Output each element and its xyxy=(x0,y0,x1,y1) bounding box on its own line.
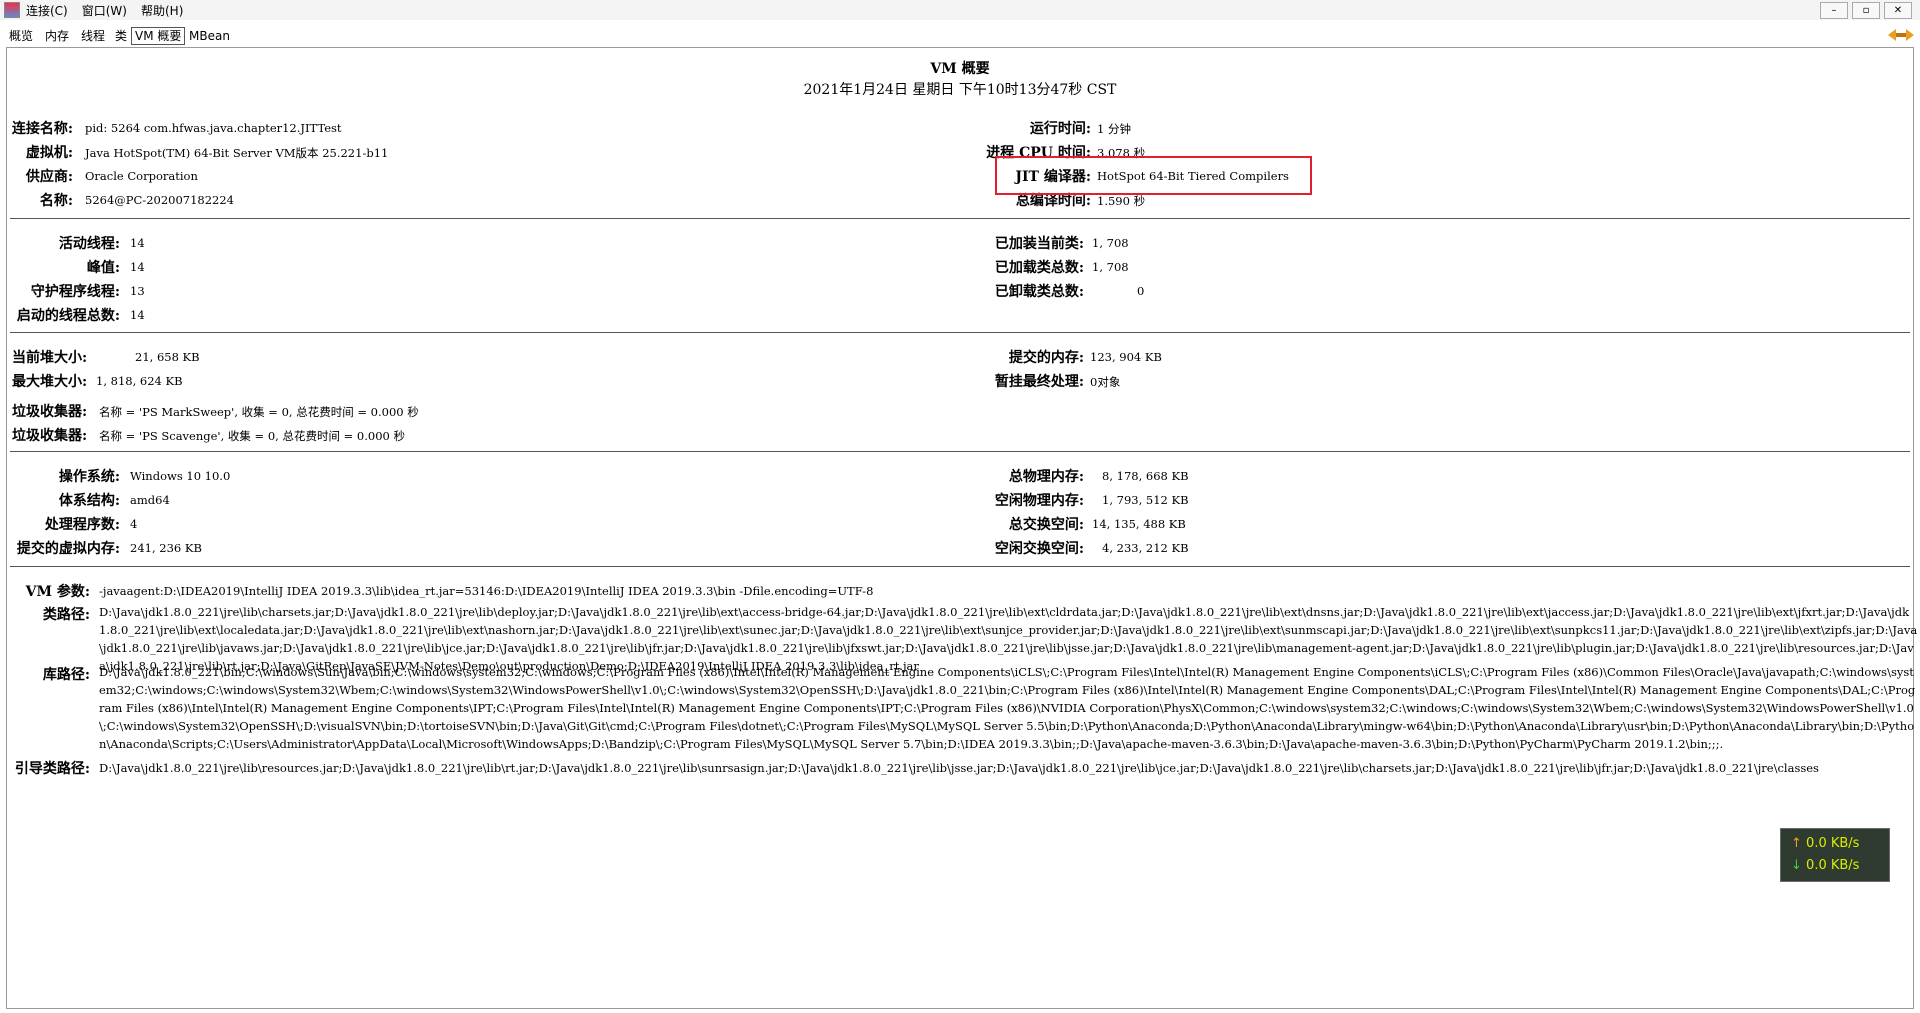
connection-name-value: pid: 5264 com.hfwas.java.chapter12.JITTe… xyxy=(85,121,342,135)
app-icon xyxy=(4,2,20,18)
gc-value: 名称 = 'PS Scavenge', 收集 = 0, 总花费时间 = 0.00… xyxy=(99,429,406,443)
duke-icon xyxy=(1888,29,1914,41)
vm-label: 虚拟机: xyxy=(25,145,73,161)
close-button[interactable]: ✕ xyxy=(1884,2,1912,19)
library-path-value: D:\Java\jdk1.8.0_221\bin;C:\windows\Sun\… xyxy=(99,665,1916,751)
processors-value: 4 xyxy=(130,517,138,531)
swap-space-value: 14, 135, 488 KB xyxy=(1092,517,1186,531)
daemon-threads-label: 守护程序线程: xyxy=(30,284,120,300)
tab-classes[interactable]: 类 xyxy=(112,28,130,44)
uptime-value: 1 分钟 xyxy=(1097,122,1131,136)
vm-args-value: -javaagent:D:\IDEA2019\IntelliJ IDEA 201… xyxy=(99,584,874,598)
boot-classpath-value: D:\Java\jdk1.8.0_221\jre\lib\resources.j… xyxy=(99,761,1819,775)
name-label: 名称: xyxy=(39,193,73,209)
live-threads-value: 14 xyxy=(130,236,145,250)
arch-label: 体系结构: xyxy=(58,493,120,509)
jit-highlight-box xyxy=(995,156,1312,195)
swap-space-label: 总交换空间: xyxy=(1008,517,1084,533)
tab-bar: 概览 内存 线程 类 VM 概要 MBean xyxy=(0,25,1920,47)
physical-memory-label: 总物理内存: xyxy=(1008,469,1084,485)
page-timestamp: 2021年1月24日 星期日 下午10时13分47秒 CST xyxy=(803,82,1117,98)
total-classes-value: 1, 708 xyxy=(1092,260,1129,274)
vendor-label: 供应商: xyxy=(25,169,73,185)
started-threads-label: 启动的线程总数: xyxy=(16,308,120,324)
arch-value: amd64 xyxy=(130,493,170,507)
free-physical-memory-value: 1, 793, 512 KB xyxy=(1102,493,1189,507)
gc-label: 垃圾收集器: xyxy=(12,404,88,420)
summary-panel xyxy=(6,47,1914,1009)
tab-threads[interactable]: 线程 xyxy=(78,28,108,44)
unloaded-classes-label: 已卸载类总数: xyxy=(994,284,1084,300)
pending-finalization-value: 0对象 xyxy=(1090,375,1121,389)
physical-memory-value: 8, 178, 668 KB xyxy=(1102,469,1189,483)
library-path-label: 库路径: xyxy=(42,667,90,683)
os-label: 操作系统: xyxy=(58,469,120,485)
unloaded-classes-value: 0 xyxy=(1137,284,1145,298)
divider xyxy=(10,566,1910,567)
menu-connection[interactable]: 连接(C) xyxy=(26,2,68,19)
vm-args-label: VM 参数: xyxy=(25,584,90,600)
connection-name-label: 连接名称: xyxy=(11,121,73,137)
page-title: VM 概要 xyxy=(930,61,990,77)
started-threads-value: 14 xyxy=(130,308,145,322)
gc-label: 垃圾收集器: xyxy=(12,428,88,444)
tab-overview[interactable]: 概览 xyxy=(6,28,36,44)
minimize-button[interactable]: – xyxy=(1820,2,1848,19)
gc-value: 名称 = 'PS MarkSweep', 收集 = 0, 总花费时间 = 0.0… xyxy=(99,405,419,419)
free-swap-label: 空闲交换空间: xyxy=(994,541,1084,557)
committed-memory-value: 123, 904 KB xyxy=(1090,350,1162,364)
loaded-classes-value: 1, 708 xyxy=(1092,236,1129,250)
total-classes-label: 已加载类总数: xyxy=(994,260,1084,276)
download-arrow-icon: ↓ xyxy=(1791,858,1802,873)
virtual-memory-value: 241, 236 KB xyxy=(130,541,202,555)
peak-threads-value: 14 xyxy=(130,260,145,274)
loaded-classes-label: 已加装当前类: xyxy=(994,236,1084,252)
window-controls: – ▫ ✕ xyxy=(1820,2,1912,19)
upload-speed: 0.0 KB/s xyxy=(1806,836,1860,851)
os-value: Windows 10 10.0 xyxy=(130,469,231,483)
peak-threads-label: 峰值: xyxy=(86,260,120,276)
heap-size-label: 当前堆大小: xyxy=(12,350,88,366)
divider xyxy=(10,332,1910,333)
free-swap-value: 4, 233, 212 KB xyxy=(1102,541,1189,555)
network-speed-widget: ↑ 0.0 KB/s ↓ 0.0 KB/s xyxy=(1780,828,1890,882)
uptime-label: 运行时间: xyxy=(1029,121,1091,137)
menu-window[interactable]: 窗口(W) xyxy=(82,2,127,19)
tab-memory[interactable]: 内存 xyxy=(42,28,72,44)
max-heap-value: 1, 818, 624 KB xyxy=(96,374,183,388)
committed-memory-label: 提交的内存: xyxy=(1008,350,1084,366)
compile-time-value: 1.590 秒 xyxy=(1097,194,1146,208)
upload-arrow-icon: ↑ xyxy=(1791,836,1802,851)
name-value: 5264@PC-202007182224 xyxy=(85,193,234,207)
live-threads-label: 活动线程: xyxy=(58,236,120,252)
pending-finalization-label: 暂挂最终处理: xyxy=(994,374,1084,390)
tab-mbean[interactable]: MBean xyxy=(186,28,233,44)
free-physical-memory-label: 空闲物理内存: xyxy=(994,493,1084,509)
restore-button[interactable]: ▫ xyxy=(1852,2,1880,19)
processors-label: 处理程序数: xyxy=(44,517,120,533)
menu-help[interactable]: 帮助(H) xyxy=(141,2,183,19)
boot-classpath-label: 引导类路径: xyxy=(14,761,90,777)
max-heap-label: 最大堆大小: xyxy=(12,374,88,390)
divider xyxy=(10,451,1910,452)
vm-value: Java HotSpot(TM) 64-Bit Server VM版本 25.2… xyxy=(85,146,389,160)
menu-bar: 连接(C) 窗口(W) 帮助(H) – ▫ ✕ xyxy=(0,0,1920,20)
daemon-threads-value: 13 xyxy=(130,284,145,298)
classpath-label: 类路径: xyxy=(42,607,90,623)
heap-size-value: 21, 658 KB xyxy=(135,350,200,364)
vendor-value: Oracle Corporation xyxy=(85,169,198,183)
divider xyxy=(10,218,1910,219)
virtual-memory-label: 提交的虚拟内存: xyxy=(16,541,120,557)
tab-vm-summary[interactable]: VM 概要 xyxy=(131,27,186,45)
download-speed: 0.0 KB/s xyxy=(1806,858,1860,873)
